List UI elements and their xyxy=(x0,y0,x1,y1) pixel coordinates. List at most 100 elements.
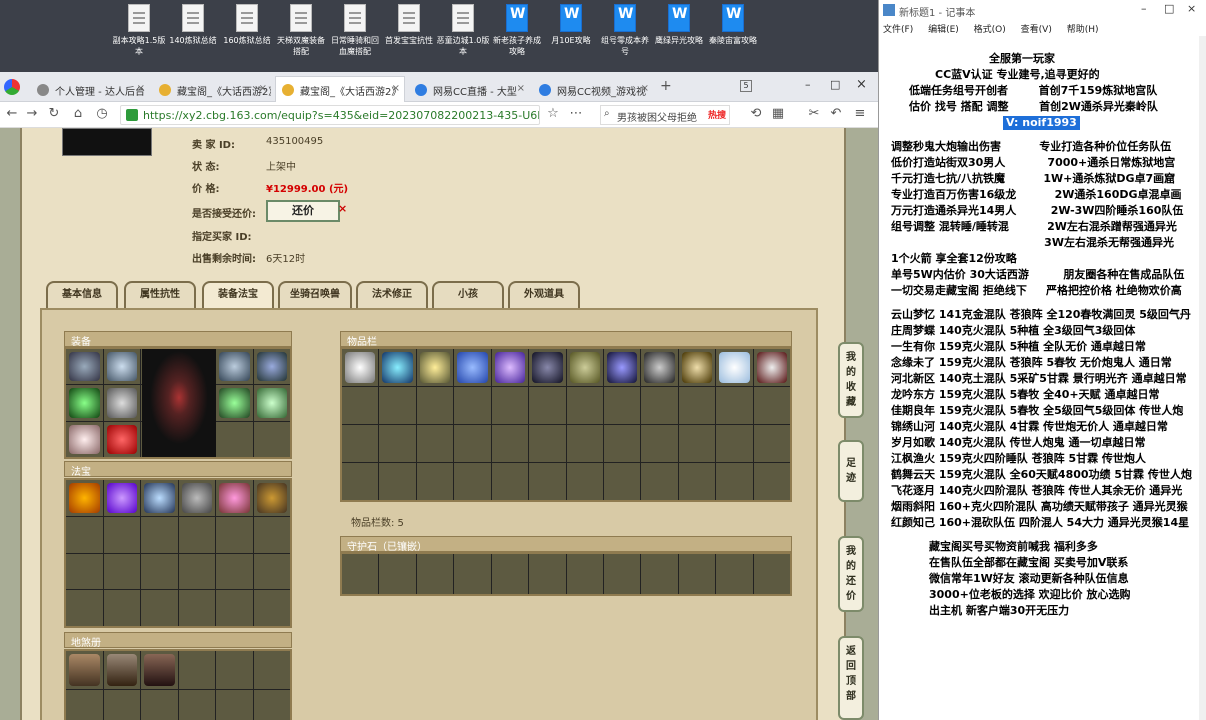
desktop-icon-8[interactable]: 新老孩子养成攻略 xyxy=(490,4,544,68)
tab-spell[interactable]: 法术修正 xyxy=(356,281,428,309)
grid-slot[interactable] xyxy=(566,425,603,462)
grid-slot[interactable] xyxy=(253,421,290,457)
grid-slot[interactable] xyxy=(103,590,140,626)
grid-slot[interactable] xyxy=(379,463,416,500)
scissors-icon[interactable]: ✂ xyxy=(806,106,822,122)
grid-slot[interactable] xyxy=(678,463,716,500)
grid-slot[interactable] xyxy=(491,387,529,424)
grid-slot[interactable] xyxy=(491,463,529,500)
grid-slot[interactable] xyxy=(253,590,290,626)
grid-slot[interactable] xyxy=(716,463,753,500)
grid-slot[interactable] xyxy=(103,516,140,553)
grid-slot[interactable] xyxy=(716,554,753,594)
grid-slot[interactable] xyxy=(342,463,379,500)
history-icon[interactable]: ◷ xyxy=(94,106,110,122)
grid-slot[interactable] xyxy=(753,554,790,594)
grid-slot[interactable] xyxy=(753,349,790,386)
menu-format[interactable]: 格式(O) xyxy=(974,25,1006,35)
grid-slot[interactable] xyxy=(66,480,103,516)
grid-slot[interactable] xyxy=(678,349,716,386)
grid-slot[interactable] xyxy=(529,349,566,386)
grid-slot[interactable] xyxy=(103,689,140,720)
grid-slot[interactable] xyxy=(342,425,379,462)
grid-slot[interactable] xyxy=(178,689,215,720)
forward-icon[interactable]: → xyxy=(24,106,40,122)
grid-slot[interactable] xyxy=(603,554,641,594)
grid-slot[interactable] xyxy=(566,554,603,594)
desktop-icon-7[interactable]: 恶童边城1.0版本 xyxy=(436,4,490,68)
grid-slot[interactable] xyxy=(66,385,103,421)
maximize-icon[interactable]: □ xyxy=(830,78,840,91)
grid-slot[interactable] xyxy=(716,387,753,424)
sidebar-back-to-top[interactable]: 返回顶部 xyxy=(838,636,864,720)
grid-slot[interactable] xyxy=(603,349,641,386)
minimize-icon[interactable]: – xyxy=(1141,2,1147,15)
grid-slot[interactable] xyxy=(641,349,678,386)
desktop-icon-9[interactable]: 月10E攻略 xyxy=(544,4,598,68)
grid-slot[interactable] xyxy=(216,651,253,689)
grid-slot[interactable] xyxy=(216,349,253,385)
grid-slot[interactable] xyxy=(66,651,103,689)
sidebar-favorites[interactable]: 我的收藏 xyxy=(838,342,864,418)
grid-slot[interactable] xyxy=(716,349,753,386)
grid-slot[interactable] xyxy=(253,553,290,590)
grid-slot[interactable] xyxy=(66,421,103,457)
tab-cbg-1[interactable]: 藏宝阁_《大话西游2》 × xyxy=(152,76,272,102)
tab-attributes[interactable]: 属性抗性 xyxy=(124,281,196,309)
grid-slot[interactable] xyxy=(566,349,603,386)
grid-slot[interactable] xyxy=(678,425,716,462)
grid-slot[interactable] xyxy=(253,385,290,421)
grid-slot[interactable] xyxy=(454,387,491,424)
grid-slot[interactable] xyxy=(379,554,416,594)
grid-slot[interactable] xyxy=(454,425,491,462)
reload-icon[interactable]: ↻ xyxy=(46,106,62,122)
grid-slot[interactable] xyxy=(216,553,253,590)
grid-slot[interactable] xyxy=(66,590,103,626)
grid-slot[interactable] xyxy=(178,651,215,689)
grid-slot[interactable] xyxy=(342,554,379,594)
home-icon[interactable]: ⌂ xyxy=(70,106,86,122)
tab-count-badge[interactable]: 5 xyxy=(740,80,752,92)
desktop-icon-3[interactable]: 160炼狱总结 xyxy=(220,4,274,68)
grid-slot[interactable] xyxy=(416,425,454,462)
grid-slot[interactable] xyxy=(416,387,454,424)
grid-slot[interactable] xyxy=(103,480,140,516)
notepad-text-area[interactable]: 全服第一玩家 CC蓝V认证 专业建号,追寻更好的 低端任务组号开创者 首创7千159… xyxy=(879,36,1206,720)
grid-slot[interactable] xyxy=(141,480,178,516)
menu-view[interactable]: 查看(V) xyxy=(1021,25,1052,35)
desktop-icon-12[interactable]: 秦陵宙富攻略 xyxy=(706,4,760,68)
grid-slot[interactable] xyxy=(416,554,454,594)
hot-search-badge[interactable]: 热搜 xyxy=(708,108,727,121)
grid-slot[interactable] xyxy=(216,480,253,516)
bargain-button[interactable]: 还价 xyxy=(266,200,340,222)
grid-slot[interactable] xyxy=(103,421,140,457)
close-icon[interactable]: × xyxy=(137,83,145,94)
grid-slot[interactable] xyxy=(491,425,529,462)
grid-slot[interactable] xyxy=(216,590,253,626)
new-tab-button[interactable]: + xyxy=(660,78,672,94)
grid-slot[interactable] xyxy=(178,553,215,590)
grid-slot[interactable] xyxy=(678,387,716,424)
desktop-icon-11[interactable]: 鹰绿异光攻略 xyxy=(652,4,706,68)
close-icon[interactable]: × xyxy=(641,83,649,94)
close-icon[interactable]: × xyxy=(517,83,525,94)
grid-slot[interactable] xyxy=(379,349,416,386)
tab-mount-summon[interactable]: 坐骑召唤兽 xyxy=(278,281,352,309)
grid-slot[interactable] xyxy=(379,425,416,462)
grid-slot[interactable] xyxy=(141,651,178,689)
grid-slot[interactable] xyxy=(603,425,641,462)
grid-slot[interactable] xyxy=(529,554,566,594)
grid-slot[interactable] xyxy=(141,553,178,590)
grid-slot[interactable] xyxy=(103,651,140,689)
grid-slot[interactable] xyxy=(529,463,566,500)
tab-cc-video[interactable]: 网易CC视频_游戏视 × xyxy=(532,76,654,102)
grid-slot[interactable] xyxy=(566,387,603,424)
desktop-icon-4[interactable]: 天梯双魔装备搭配 xyxy=(274,4,328,68)
grid-slot[interactable] xyxy=(66,553,103,590)
grid-slot[interactable] xyxy=(178,516,215,553)
desktop-icon-10[interactable]: 组号零成本养号 xyxy=(598,4,652,68)
minimize-icon[interactable]: – xyxy=(805,78,811,91)
tab-basic-info[interactable]: 基本信息 xyxy=(46,281,118,309)
menu-edit[interactable]: 编辑(E) xyxy=(928,25,959,35)
grid-slot[interactable] xyxy=(216,689,253,720)
